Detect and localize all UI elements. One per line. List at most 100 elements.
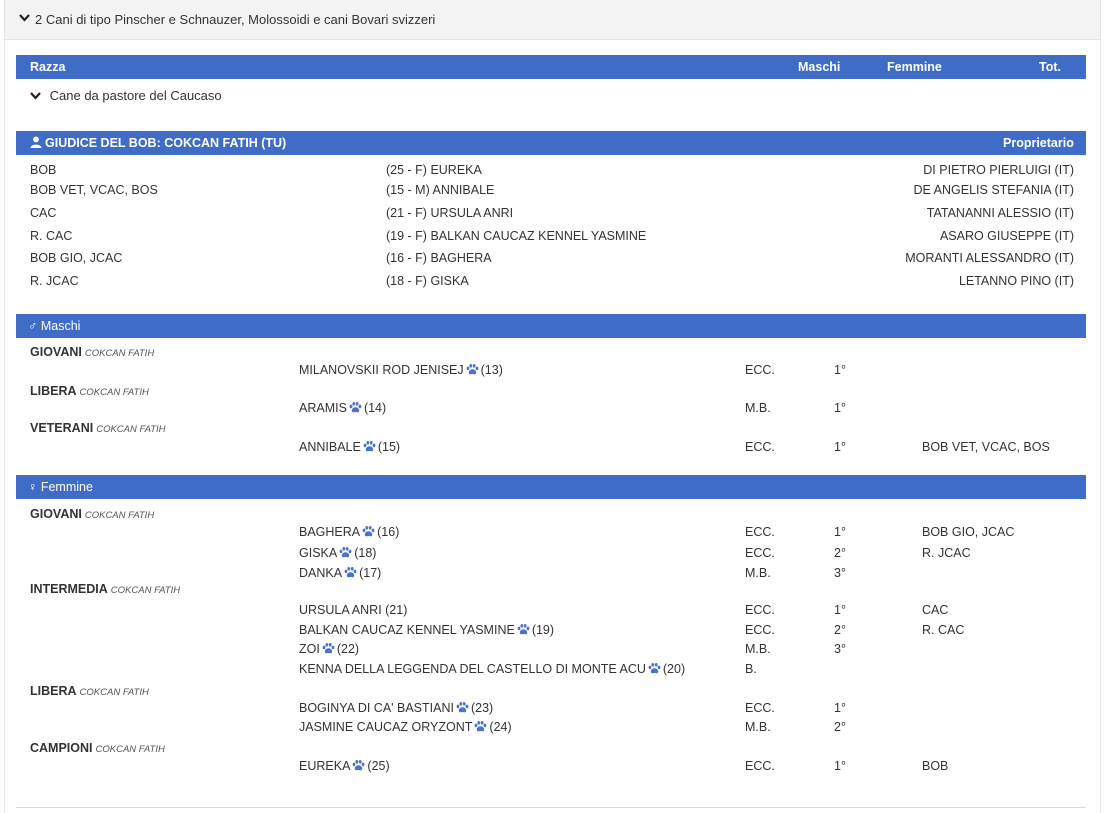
paw-icon bbox=[474, 720, 487, 732]
entry-placement: 1° bbox=[834, 603, 846, 617]
entry-quality: M.B. bbox=[745, 566, 771, 580]
entry-placement: 1° bbox=[834, 363, 846, 377]
panel-border-right bbox=[1100, 40, 1101, 813]
chevron-down-icon bbox=[30, 92, 42, 103]
paw-icon bbox=[349, 401, 362, 413]
entry-quality: ECC. bbox=[745, 701, 775, 715]
dog-name: GISKA bbox=[299, 546, 338, 560]
paw-icon bbox=[456, 701, 469, 713]
entry-award: R. CAC bbox=[922, 623, 965, 637]
femmine-bar: ♀ Femmine bbox=[16, 475, 1086, 499]
entry-quality: ECC. bbox=[745, 623, 775, 637]
entry-placement: 3° bbox=[834, 642, 846, 656]
bob-judge-bar: GIUDICE DEL BOB: COKCAN FATIH (TU) Propr… bbox=[16, 131, 1086, 155]
class-judge: COKCAN FATIH bbox=[95, 744, 165, 755]
paw-icon bbox=[466, 363, 479, 375]
col-tot: Tot. bbox=[1039, 60, 1061, 74]
paw-icon bbox=[352, 759, 365, 771]
entry-award: BOB GIO, JCAC bbox=[922, 525, 1015, 539]
dog-number: (16) bbox=[377, 525, 400, 539]
class-heading: GIOVANI COKCAN FATIH bbox=[30, 506, 154, 524]
dog-name: JASMINE CAUCAZ ORYZONT bbox=[299, 720, 473, 734]
class-judge: COKCAN FATIH bbox=[96, 424, 166, 435]
dog-name: ZOI bbox=[299, 642, 320, 656]
breed-row[interactable]: Cane da pastore del Caucaso bbox=[30, 88, 222, 103]
class-heading: INTERMEDIA COKCAN FATIH bbox=[30, 581, 180, 599]
group-header[interactable]: 2 Cani di tipo Pinscher e Schnauzer, Mol… bbox=[4, 0, 1101, 40]
dog-number: (13) bbox=[480, 363, 503, 377]
paw-icon bbox=[322, 642, 335, 654]
owner-label: Proprietario bbox=[1003, 136, 1074, 150]
bob-owner: ASARO GIUSEPPE (IT) bbox=[939, 229, 1074, 243]
entry-dog[interactable]: BALKAN CAUCAZ KENNEL YASMINE (19) bbox=[299, 622, 554, 638]
dog-name: BALKAN CAUCAZ KENNEL YASMINE bbox=[299, 623, 515, 637]
dog-name: BAGHERA bbox=[299, 525, 361, 539]
dog-number: (17) bbox=[359, 566, 382, 580]
entry-quality: B. bbox=[745, 662, 757, 676]
dog-name: BOGINYA DI CA' BASTIANI bbox=[299, 701, 454, 715]
entry-placement: 1° bbox=[834, 701, 846, 715]
class-name: GIOVANI bbox=[30, 507, 82, 521]
entry-dog[interactable]: GISKA (18) bbox=[299, 545, 376, 561]
entry-placement: 1° bbox=[834, 759, 846, 773]
dog-number: (24) bbox=[489, 720, 512, 734]
dog-name: ANNIBALE bbox=[299, 440, 361, 454]
entry-quality: M.B. bbox=[745, 720, 771, 734]
breed-title: Cane da pastore del Caucaso bbox=[49, 88, 222, 103]
bob-owner: DE ANGELIS STEFANIA (IT) bbox=[913, 183, 1074, 197]
entry-placement: 3° bbox=[834, 566, 846, 580]
entry-quality: ECC. bbox=[745, 546, 775, 560]
dog-number: (25) bbox=[367, 759, 390, 773]
dog-name: URSULA ANRI (21) bbox=[299, 603, 408, 617]
user-icon bbox=[30, 131, 42, 155]
entry-dog[interactable]: JASMINE CAUCAZ ORYZONT (24) bbox=[299, 719, 512, 735]
dog-name: ARAMIS bbox=[299, 401, 347, 415]
bob-owner: TATANANNI ALESSIO (IT) bbox=[926, 206, 1074, 220]
entry-dog[interactable]: BOGINYA DI CA' BASTIANI (23) bbox=[299, 700, 493, 716]
chevron-down-icon bbox=[19, 14, 31, 25]
entry-quality: ECC. bbox=[745, 363, 775, 377]
class-name: LIBERA bbox=[30, 684, 77, 698]
class-heading: LIBERA COKCAN FATIH bbox=[30, 383, 149, 401]
class-name: VETERANI bbox=[30, 421, 94, 435]
entry-quality: M.B. bbox=[745, 401, 771, 415]
entry-placement: 2° bbox=[834, 623, 846, 637]
bob-owner: MORANTI ALESSANDRO (IT) bbox=[905, 251, 1074, 265]
entry-placement: 2° bbox=[834, 546, 846, 560]
paw-icon bbox=[517, 623, 530, 635]
maschi-title: ♂ Maschi bbox=[28, 319, 81, 333]
entry-dog[interactable]: URSULA ANRI (21) bbox=[299, 602, 407, 618]
dog-number: (23) bbox=[470, 701, 494, 715]
entry-quality: ECC. bbox=[745, 440, 775, 454]
class-judge: COKCAN FATIH bbox=[110, 585, 181, 596]
entry-placement: 1° bbox=[834, 525, 846, 539]
paw-icon bbox=[363, 440, 376, 452]
entry-dog[interactable]: MILANOVSKII ROD JENISEJ (13) bbox=[299, 362, 503, 378]
class-heading: LIBERA COKCAN FATIH bbox=[30, 683, 149, 701]
class-judge: COKCAN FATIH bbox=[79, 687, 149, 698]
bob-judge-title: GIUDICE DEL BOB: COKCAN FATIH (TU) bbox=[45, 136, 287, 150]
class-name: GIOVANI bbox=[30, 345, 82, 359]
entry-dog[interactable]: ARAMIS (14) bbox=[299, 400, 386, 416]
entry-dog[interactable]: ANNIBALE (15) bbox=[299, 439, 400, 455]
dog-name: EUREKA bbox=[299, 759, 351, 773]
dog-number: (20) bbox=[662, 662, 686, 676]
col-razza: Razza bbox=[30, 60, 66, 74]
paw-icon bbox=[362, 525, 375, 537]
col-maschi: Maschi bbox=[798, 60, 841, 74]
entry-placement: 1° bbox=[834, 401, 846, 415]
entry-dog[interactable]: BAGHERA (16) bbox=[299, 524, 399, 540]
entry-placement: 2° bbox=[834, 720, 846, 734]
class-name: INTERMEDIA bbox=[30, 582, 108, 596]
entry-placement: 1° bbox=[834, 440, 846, 454]
entry-dog[interactable]: EUREKA (25) bbox=[299, 758, 390, 774]
entry-dog[interactable]: DANKA (17) bbox=[299, 565, 381, 581]
entry-dog[interactable]: ZOI (22) bbox=[299, 641, 359, 657]
class-judge: COKCAN FATIH bbox=[84, 348, 155, 359]
entry-dog[interactable]: KENNA DELLA LEGGENDA DEL CASTELLO DI MON… bbox=[299, 661, 685, 677]
class-name: LIBERA bbox=[30, 384, 77, 398]
dog-number: (22) bbox=[336, 642, 360, 656]
class-heading: CAMPIONI COKCAN FATIH bbox=[30, 740, 165, 758]
class-heading: VETERANI COKCAN FATIH bbox=[30, 420, 166, 438]
entry-quality: ECC. bbox=[745, 759, 775, 773]
